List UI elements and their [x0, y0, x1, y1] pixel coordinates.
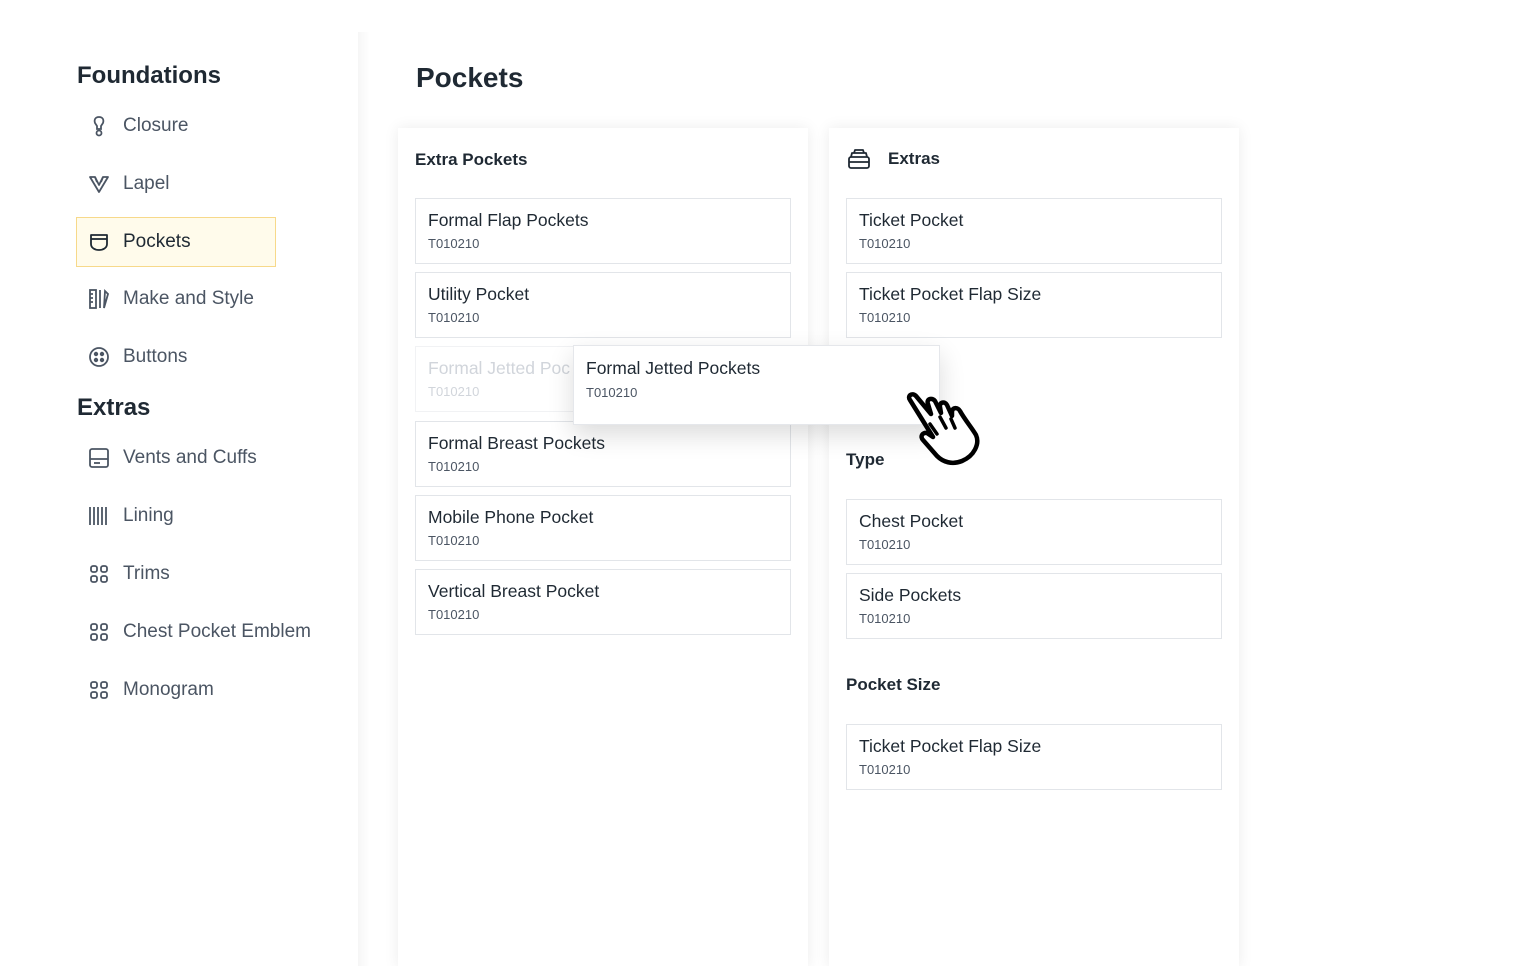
- sidebar-item-monogram[interactable]: Monogram: [76, 665, 276, 715]
- closure-icon: [88, 115, 110, 137]
- sidebar-divider: [358, 32, 370, 966]
- grid-icon: [88, 621, 110, 643]
- sidebar-item-closure[interactable]: Closure: [76, 101, 276, 151]
- list-item[interactable]: Mobile Phone Pocket T010210: [415, 495, 791, 561]
- foundations-heading: Foundations: [77, 62, 221, 89]
- sidebar-item-pockets[interactable]: Pockets: [76, 217, 276, 267]
- grid-icon: [88, 679, 110, 701]
- item-title: Vertical Breast Pocket: [428, 581, 600, 601]
- page-title: Pockets: [416, 62, 524, 93]
- grid-icon: [88, 563, 110, 585]
- pocket-icon: [88, 231, 110, 253]
- item-code: T010210: [859, 537, 911, 552]
- panel-header: Extras: [846, 146, 940, 172]
- item-code: T010210: [428, 533, 480, 548]
- list-item[interactable]: Formal Breast Pockets T010210: [415, 421, 791, 487]
- list-item[interactable]: Ticket Pocket Flap Size T010210: [846, 724, 1222, 790]
- item-title: Chest Pocket: [859, 511, 964, 531]
- sidebar-item-label: Pockets: [123, 231, 191, 252]
- item-code: T010210: [586, 385, 638, 400]
- sidebar-item-label: Closure: [123, 115, 189, 136]
- button-icon: [88, 346, 110, 368]
- panel-title: Extra Pockets: [415, 150, 528, 169]
- sidebar-item-label: Monogram: [123, 679, 214, 700]
- sidebar-item-lapel[interactable]: Lapel: [76, 159, 276, 209]
- list-item[interactable]: Formal Flap Pockets T010210: [415, 198, 791, 264]
- extra-pockets-panel: Extra Pockets Formal Flap Pockets T01021…: [398, 128, 808, 966]
- sidebar-item-lining[interactable]: Lining: [76, 491, 276, 541]
- item-title: Formal Flap Pockets: [428, 210, 589, 230]
- sidebar-item-label: Lining: [123, 505, 174, 526]
- sidebar-item-trims[interactable]: Trims: [76, 549, 276, 599]
- extras-heading: Extras: [77, 394, 151, 421]
- list-item[interactable]: Side Pockets T010210: [846, 573, 1222, 639]
- item-code: T010210: [859, 762, 911, 777]
- sidebar-item-label: Make and Style: [123, 288, 254, 309]
- sidebar-item-label: Buttons: [123, 346, 188, 367]
- item-title: Utility Pocket: [428, 284, 530, 304]
- sidebar-item-label: Trims: [123, 563, 170, 584]
- lapel-icon: [88, 173, 110, 195]
- item-code: T010210: [859, 611, 911, 626]
- item-title: Ticket Pocket: [859, 210, 964, 230]
- item-title: Side Pockets: [859, 585, 962, 605]
- panel-title: Extras: [888, 149, 940, 168]
- grab-cursor-icon: [900, 390, 986, 466]
- item-code: T010210: [428, 607, 480, 622]
- extras-panel: Extras Ticket Pocket T010210 Ticket Pock…: [829, 128, 1239, 966]
- sidebar-item-buttons[interactable]: Buttons: [76, 332, 276, 382]
- vents-icon: [88, 447, 110, 469]
- pocket-size-heading: Pocket Size: [846, 675, 941, 694]
- sidebar-item-label: Vents and Cuffs: [123, 447, 257, 468]
- page: Foundations Closure Lapel Pockets Make a…: [0, 0, 1536, 966]
- make-style-icon: [88, 288, 110, 310]
- item-code: T010210: [428, 459, 480, 474]
- list-item[interactable]: Utility Pocket T010210: [415, 272, 791, 338]
- list-item[interactable]: Ticket Pocket T010210: [846, 198, 1222, 264]
- item-title: Ticket Pocket Flap Size: [859, 736, 1042, 756]
- list-item[interactable]: Chest Pocket T010210: [846, 499, 1222, 565]
- list-item[interactable]: Vertical Breast Pocket T010210: [415, 569, 791, 635]
- item-title: Mobile Phone Pocket: [428, 507, 594, 527]
- item-title: Ticket Pocket Flap Size: [859, 284, 1042, 304]
- item-code: T010210: [428, 236, 480, 251]
- sidebar-item-label: Lapel: [123, 173, 170, 194]
- stack-icon: [846, 146, 872, 172]
- item-code: T010210: [859, 236, 911, 251]
- sidebar-item-label: Chest Pocket Emblem: [123, 621, 311, 642]
- sidebar: Foundations Closure Lapel Pockets Make a…: [0, 0, 360, 966]
- lining-icon: [88, 505, 110, 527]
- list-item[interactable]: Ticket Pocket Flap Size T010210: [846, 272, 1222, 338]
- type-heading: Type: [846, 450, 885, 469]
- dragged-card[interactable]: Formal Jetted Pockets T010210: [573, 345, 940, 425]
- sidebar-item-vents-and-cuffs[interactable]: Vents and Cuffs: [76, 433, 276, 483]
- item-code: T010210: [428, 310, 480, 325]
- item-title: Formal Breast Pockets: [428, 433, 605, 453]
- item-title: Formal Jetted Pockets: [586, 358, 761, 378]
- item-code: T010210: [859, 310, 911, 325]
- sidebar-item-chest-pocket-emblem[interactable]: Chest Pocket Emblem: [76, 607, 346, 657]
- sidebar-item-make-and-style[interactable]: Make and Style: [76, 274, 276, 324]
